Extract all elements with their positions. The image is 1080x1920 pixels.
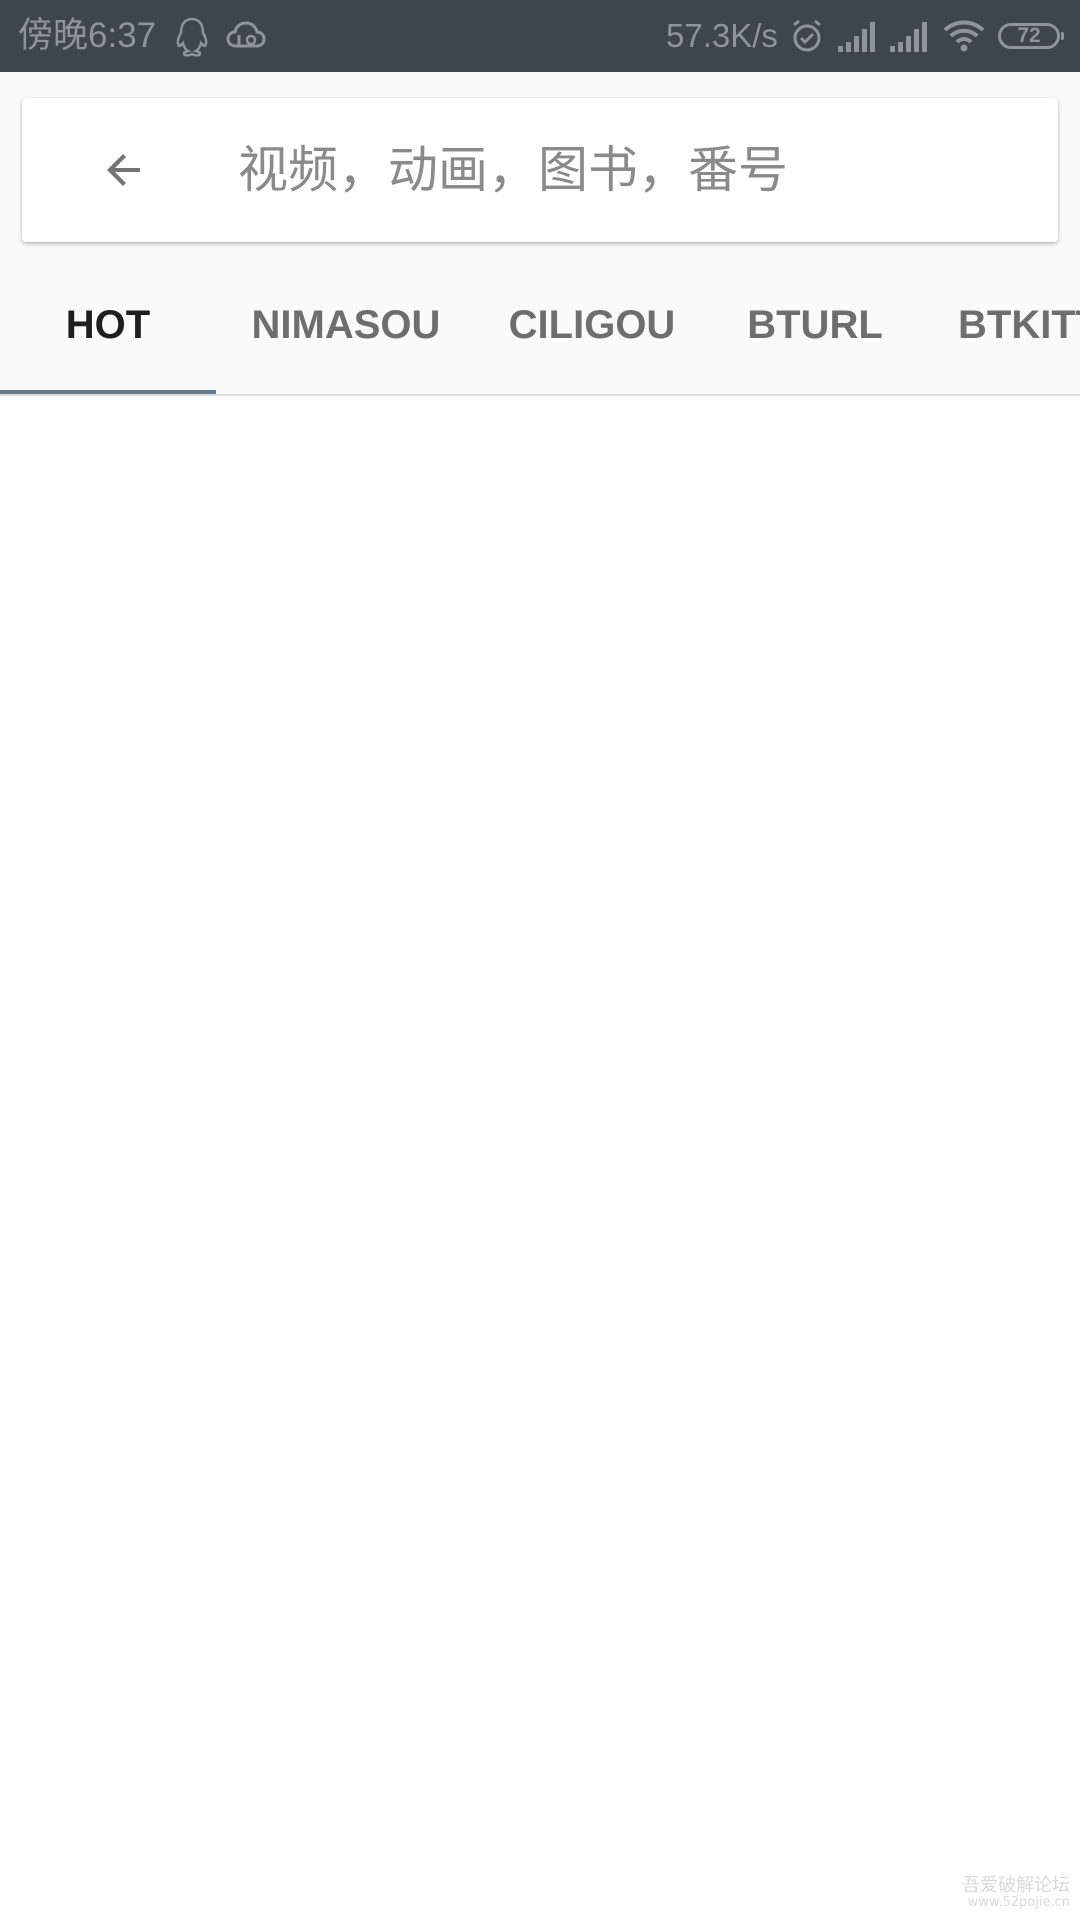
tab-ciligou[interactable]: CILIGOU bbox=[476, 256, 708, 394]
tab-bturl[interactable]: BTURL bbox=[708, 256, 922, 394]
back-button[interactable] bbox=[76, 122, 172, 218]
tab-bar: HOT NIMASOU CILIGOU BTURL BTKITTY bbox=[0, 256, 1080, 396]
tab-nimasou[interactable]: NIMASOU bbox=[216, 256, 476, 394]
arrow-back-icon bbox=[107, 154, 140, 186]
network-speed: 57.3K/s bbox=[666, 17, 778, 54]
tab-label: HOT bbox=[65, 302, 151, 347]
tab-label: CILIGOU bbox=[508, 302, 676, 347]
watermark-url: www.52pojie.cn bbox=[967, 1894, 1070, 1910]
wifi-icon bbox=[942, 16, 986, 56]
tab-btkitty[interactable]: BTKITTY bbox=[958, 256, 1080, 394]
search-bar bbox=[22, 98, 1058, 242]
tab-label: NIMASOU bbox=[251, 302, 441, 347]
content-area bbox=[0, 396, 1080, 1920]
battery-icon: 72 bbox=[998, 23, 1064, 49]
alarm-icon bbox=[790, 16, 824, 56]
tab-label: BTURL bbox=[747, 302, 883, 347]
status-bar: 傍晚6:37 57.3K/s 72 bbox=[0, 0, 1080, 72]
watermark-text: 吾爱破解论坛 bbox=[962, 1874, 1070, 1896]
tab-label: BTKITTY bbox=[958, 302, 1080, 347]
search-input[interactable] bbox=[238, 128, 1028, 212]
cloud-icon bbox=[224, 16, 266, 56]
signal-icon bbox=[888, 16, 930, 56]
qq-icon bbox=[172, 16, 212, 57]
status-time: 傍晚6:37 bbox=[18, 16, 157, 55]
tab-hot[interactable]: HOT bbox=[0, 256, 216, 394]
signal-icon bbox=[836, 16, 878, 56]
watermark: 吾爱破解论坛 www.52pojie.cn bbox=[962, 1876, 1070, 1910]
